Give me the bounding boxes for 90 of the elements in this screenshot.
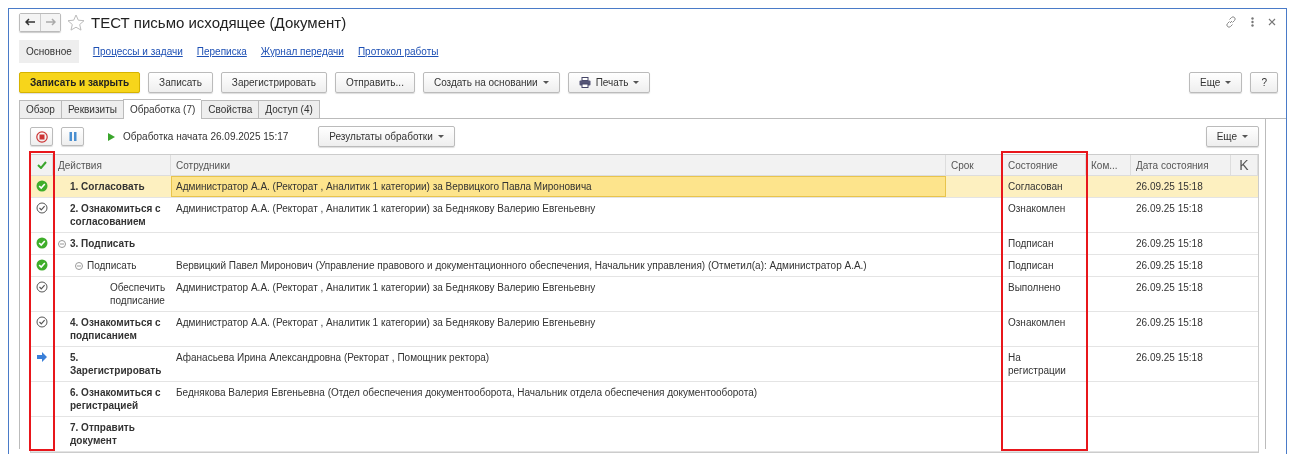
tab[interactable]: Реквизиты <box>60 100 123 118</box>
table-cell: 26.09.25 15:18 <box>1131 347 1231 382</box>
tab[interactable]: Доступ (4) <box>258 100 320 118</box>
tab[interactable]: Свойства <box>201 100 259 118</box>
back-arrow-icon <box>25 18 35 26</box>
table-cell: Подписан <box>1003 255 1086 277</box>
column-header[interactable]: K <box>1231 155 1258 176</box>
table-cell <box>946 176 1003 198</box>
check-icon <box>36 161 47 169</box>
toolbar-button[interactable]: Зарегистрировать <box>220 72 327 93</box>
status-check-icon <box>36 237 48 249</box>
table-cell: 26.09.25 15:18 <box>1131 255 1231 277</box>
caret-icon <box>1242 135 1248 138</box>
toolbar-button[interactable]: ? <box>1250 72 1278 93</box>
action-cell-text: 6. Ознакомиться с регистрацией <box>70 386 162 412</box>
arrow-right-icon <box>36 351 48 363</box>
forward-arrow-icon <box>45 18 56 26</box>
column-header[interactable]: Сотрудники <box>171 155 946 176</box>
action-cell-text: 5. Зарегистрировать <box>70 351 163 377</box>
table-cell: 26.09.25 15:18 <box>1131 233 1231 255</box>
table-cell: Подписан <box>1003 233 1086 255</box>
window-title: ТЕСТ письмо исходящее (Документ) <box>91 13 347 31</box>
table-cell: Согласован <box>1003 176 1086 198</box>
nav-link[interactable]: Переписка <box>196 39 247 63</box>
toolbar-button[interactable]: Еще <box>1189 72 1243 93</box>
table-cell: 26.09.25 15:18 <box>1131 277 1231 312</box>
nav-link[interactable]: Протокол работы <box>357 39 439 63</box>
action-cell-text: 2. Ознакомиться с согласованием <box>70 202 162 228</box>
tab[interactable]: Обработка (7) <box>122 99 202 119</box>
table-cell <box>1086 176 1131 198</box>
collapse-icon[interactable] <box>58 240 66 248</box>
star-icon[interactable] <box>67 13 85 31</box>
table-cell: Ознакомлен <box>1003 198 1086 233</box>
status-check-icon <box>36 281 48 293</box>
toolbar-button[interactable]: Отправить... <box>335 72 415 93</box>
stop-icon <box>35 130 48 143</box>
table-cell <box>1231 176 1258 198</box>
toolbar-button[interactable]: Записать <box>148 72 213 93</box>
action-cell: 3. Подписать <box>70 237 136 250</box>
close-icon[interactable] <box>1268 18 1276 26</box>
caret-icon <box>542 81 549 84</box>
nav-link[interactable]: Процессы и задачи <box>92 39 183 63</box>
toolbar-button[interactable]: Результаты обработки <box>318 126 455 147</box>
column-header[interactable]: Ком... <box>1086 155 1131 176</box>
column-header[interactable]: Действия <box>53 155 171 176</box>
table-cell: Администратор А.А. (Ректорат , Аналитик 1 категории) за Беднякову Валерию Евгеньевну <box>171 312 946 347</box>
action-cell: Обеспечить подписание <box>109 281 166 307</box>
table-cell: Администратор А.А. (Ректорат , Аналитик 1 категории) за Беднякову Валерию Евгеньевну <box>171 277 946 312</box>
toolbar-button[interactable]: Создать на основании <box>422 72 560 93</box>
stop-button[interactable] <box>30 127 53 146</box>
table-cell: 26.09.25 15:18 <box>1131 176 1231 198</box>
table-cell: Администратор А.А. (Ректорат , Аналитик 1 категории) за Беднякову Валерию Евгеньевну <box>171 198 946 233</box>
caret-icon <box>437 135 444 138</box>
pause-icon <box>68 132 77 141</box>
nav-link[interactable]: Основное <box>19 39 79 63</box>
back-button[interactable] <box>20 13 40 31</box>
table-cell: Ознакомлен <box>1003 312 1086 347</box>
status-check-icon <box>36 202 48 214</box>
table-cell: Администратор А.А. (Ректорат , Аналитик 1 категории) за Вервицкого Павла Мироновича <box>171 176 946 198</box>
collapse-icon[interactable] <box>75 262 83 270</box>
processing-status: Обработка начата 26.09.2025 15:17 <box>123 131 289 142</box>
tab[interactable]: Обзор <box>19 100 61 118</box>
status-check-icon <box>36 259 48 271</box>
more-icon[interactable] <box>1251 17 1254 27</box>
action-cell-text: 7. Отправить документ <box>70 421 136 447</box>
table-cell: 26.09.25 15:18 <box>1131 198 1231 233</box>
toolbar-button[interactable]: Еще <box>1205 126 1259 147</box>
table-cell: Выполнено <box>1003 277 1086 312</box>
action-cell: Подписать <box>87 259 137 272</box>
status-check-icon <box>36 180 48 192</box>
table-cell: 26.09.25 15:18 <box>1131 312 1231 347</box>
table-cell: Вервицкий Павел Миронович (Управление правового и документационного обеспечения, Начальник управления) (Отметил(а): Администратор А.А.) <box>171 255 946 277</box>
caret-icon <box>1225 81 1232 84</box>
toolbar-button[interactable]: Печать <box>567 72 651 93</box>
play-icon <box>108 132 115 141</box>
column-header[interactable]: Дата состояния <box>1131 155 1231 176</box>
printer-icon <box>578 77 591 88</box>
caret-icon <box>633 81 640 84</box>
table-cell: Беднякова Валерия Евгеньевна (Отдел обеспечения документооборота, Начальник отдела обеспечения документооборота) <box>171 382 946 417</box>
table-cell: Афанасьева Ирина Александровна (Ректорат , Помощник ректора) <box>171 347 946 382</box>
action-cell-text: 4. Ознакомиться с подписанием <box>70 316 162 342</box>
column-header[interactable]: Срок <box>946 155 1003 176</box>
pause-button[interactable] <box>61 127 84 146</box>
table-cell: На регистрации <box>1003 347 1086 382</box>
toolbar-button[interactable]: Записать и закрыть <box>19 72 141 93</box>
status-check-icon <box>36 316 48 328</box>
action-cell: 1. Согласовать <box>70 180 145 193</box>
nav-link[interactable]: Журнал передачи <box>260 39 344 63</box>
column-header[interactable]: Состояние <box>1003 155 1086 176</box>
link-icon[interactable] <box>1225 16 1237 28</box>
